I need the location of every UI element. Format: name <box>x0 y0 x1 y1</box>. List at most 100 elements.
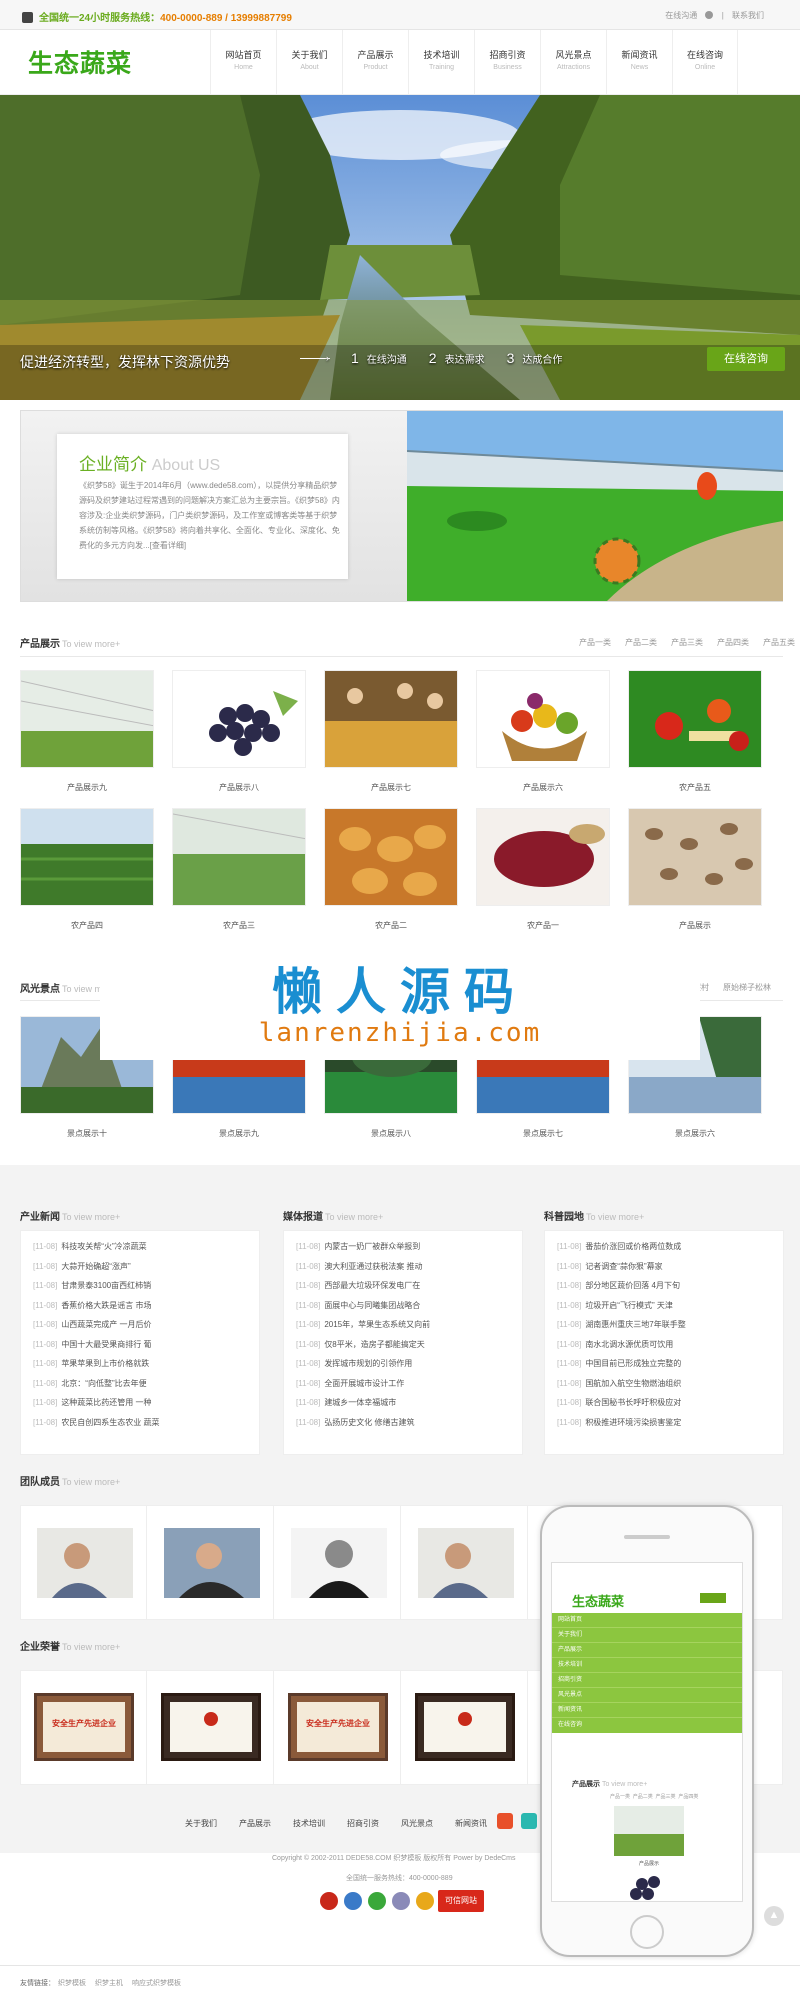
tab-product-cat-5[interactable]: 产品五类 <box>763 638 795 647</box>
list-item[interactable]: [11-08] 积极推进环境污染损害鉴定 <box>557 1413 783 1433</box>
mobile-product-caption[interactable]: 产品展示 <box>614 1860 684 1867</box>
mobile-product-cats[interactable]: 产品一类 产品二类 产品三类 产品四类 <box>610 1793 698 1800</box>
trusted-site-badge[interactable]: 可信网站 <box>438 1890 484 1912</box>
nav-item-business[interactable]: 招商引资 Business <box>474 30 540 95</box>
honor-certificate[interactable] <box>402 1671 528 1784</box>
verified-badge-icon[interactable] <box>368 1892 386 1910</box>
list-item[interactable]: [11-08] 中国目前已形成独立完整的 <box>557 1354 783 1374</box>
friend-link[interactable]: 响应式织梦模板 <box>132 1978 181 1988</box>
honor-certificate[interactable]: 安全生产先进企业 <box>21 1671 147 1784</box>
mobile-menu-item[interactable]: 关于我们 <box>552 1628 742 1643</box>
scenery-caption[interactable]: 景点展示十 <box>20 1128 154 1139</box>
list-item[interactable]: [11-08] 建城乡一体幸福城市 <box>296 1393 522 1413</box>
list-item[interactable]: [11-08] 番茄价涨回或价格两位数成 <box>557 1237 783 1257</box>
list-item[interactable]: [11-08] 农民自创四系生态农业 蔬菜 <box>33 1413 259 1433</box>
team-member[interactable] <box>148 1506 274 1619</box>
mobile-product-thumb[interactable] <box>614 1806 684 1856</box>
team-member[interactable] <box>402 1506 528 1619</box>
police-badge-icon[interactable] <box>320 1892 338 1910</box>
list-item[interactable]: [11-08] 甘肃景泰3100亩西红柿销 <box>33 1276 259 1296</box>
product-caption[interactable]: 农产品四 <box>20 920 154 931</box>
friend-link[interactable]: 织梦模板 <box>58 1978 86 1988</box>
list-item[interactable]: [11-08] 内蒙古一奶厂被群众举报到 <box>296 1237 522 1257</box>
mobile-menu-item[interactable]: 在线咨询 <box>552 1718 742 1733</box>
mobile-menu-item[interactable]: 产品展示 <box>552 1643 742 1658</box>
mobile-menu-item[interactable]: 风光景点 <box>552 1688 742 1703</box>
list-item[interactable]: [11-08] 发挥城市规划的引领作用 <box>296 1354 522 1374</box>
scenery-caption[interactable]: 景点展示九 <box>172 1128 306 1139</box>
tab-scenery-cat-2[interactable]: 原始梯子松林 <box>723 983 771 992</box>
list-item[interactable]: [11-08] 这种蔬菜比药还管用 一种 <box>33 1393 259 1413</box>
shield-badge-icon[interactable] <box>392 1892 410 1910</box>
list-item[interactable]: [11-08] 大蒜开始确超“涨声” <box>33 1257 259 1277</box>
list-item[interactable]: [11-08] 南水北调水源优质可饮用 <box>557 1335 783 1355</box>
nav-item-attractions[interactable]: 风光景点 Attractions <box>540 30 606 95</box>
mobile-grape-thumb[interactable] <box>614 1870 684 1902</box>
product-caption[interactable]: 农产品五 <box>628 782 762 793</box>
list-item[interactable]: [11-08] 苹果苹果到上市价格就跌 <box>33 1354 259 1374</box>
product-thumb[interactable] <box>476 808 610 906</box>
list-item[interactable]: [11-08] 2015年，苹果生态系统又向前 <box>296 1315 522 1335</box>
product-caption[interactable]: 产品展示 <box>628 920 762 931</box>
list-item[interactable]: [11-08] 垃圾开启“飞行模式” 天津 <box>557 1296 783 1316</box>
footer-link[interactable]: 技术培训 <box>293 1819 325 1828</box>
mobile-menu-item[interactable]: 网站首页 <box>552 1613 742 1628</box>
nav-item-news[interactable]: 新闻资讯 News <box>606 30 672 95</box>
weibo-icon[interactable] <box>497 1813 513 1829</box>
scenery-caption[interactable]: 景点展示六 <box>628 1128 762 1139</box>
list-item[interactable]: [11-08] 科技攻关帮“火”冷凉蔬菜 <box>33 1237 259 1257</box>
product-thumb[interactable] <box>324 808 458 906</box>
list-item[interactable]: [11-08] 西部最大垃圾环保发电厂在 <box>296 1276 522 1296</box>
team-member[interactable] <box>21 1506 147 1619</box>
product-caption[interactable]: 产品展示七 <box>324 782 458 793</box>
list-item[interactable]: [11-08] 记者调查“蒜你狠”幕家 <box>557 1257 783 1277</box>
product-thumb[interactable] <box>628 670 762 768</box>
honor-certificate[interactable]: 安全生产先进企业 <box>275 1671 401 1784</box>
product-thumb[interactable] <box>172 808 306 906</box>
tab-product-cat-1[interactable]: 产品一类 <box>579 638 611 647</box>
product-thumb[interactable] <box>628 808 762 906</box>
footer-link[interactable]: 关于我们 <box>185 1819 217 1828</box>
footer-link[interactable]: 产品展示 <box>239 1819 271 1828</box>
product-caption[interactable]: 产品展示八 <box>172 782 306 793</box>
friend-link[interactable]: 织梦主机 <box>95 1978 123 1988</box>
mobile-menu-item[interactable]: 招商引资 <box>552 1673 742 1688</box>
honor-certificate[interactable] <box>148 1671 274 1784</box>
list-item[interactable]: [11-08] 面展中心与同曦集团战略合 <box>296 1296 522 1316</box>
list-item[interactable]: [11-08] 澳大利亚通过获税法案 推动 <box>296 1257 522 1277</box>
list-item[interactable]: [11-08] 联合国秘书长呼吁积极应对 <box>557 1393 783 1413</box>
product-thumb[interactable] <box>476 670 610 768</box>
mobile-menu-item[interactable]: 技术培训 <box>552 1658 742 1673</box>
nav-item-online[interactable]: 在线咨询 Online <box>672 30 738 95</box>
tab-product-cat-4[interactable]: 产品四类 <box>717 638 749 647</box>
footer-link[interactable]: 风光景点 <box>401 1819 433 1828</box>
list-item[interactable]: [11-08] 北京：“向低整”比去年便 <box>33 1374 259 1394</box>
trust-badge-icon[interactable] <box>416 1892 434 1910</box>
nav-item-home[interactable]: 网站首页 Home <box>210 30 276 95</box>
product-thumb[interactable] <box>324 670 458 768</box>
product-caption[interactable]: 农产品一 <box>476 920 610 931</box>
wechat-icon[interactable] <box>521 1813 537 1829</box>
back-to-top-button[interactable]: ▲ <box>764 1906 784 1926</box>
online-consult-link[interactable]: 在线沟通 <box>665 11 697 20</box>
product-caption[interactable]: 农产品三 <box>172 920 306 931</box>
tab-product-cat-2[interactable]: 产品二类 <box>625 638 657 647</box>
product-thumb[interactable] <box>172 670 306 768</box>
nav-item-about[interactable]: 关于我们 About <box>276 30 342 95</box>
scenery-caption[interactable]: 景点展示八 <box>324 1128 458 1139</box>
logo[interactable]: 生态蔬菜 <box>28 44 132 80</box>
footer-link[interactable]: 新闻资讯 <box>455 1819 487 1828</box>
nav-item-product[interactable]: 产品展示 Product <box>342 30 408 95</box>
mobile-menu-item[interactable]: 新闻资讯 <box>552 1703 742 1718</box>
list-item[interactable]: [11-08] 仅8平米，造房子都能搞定天 <box>296 1335 522 1355</box>
list-item[interactable]: [11-08] 香蕉价格大跌是谣言 市场 <box>33 1296 259 1316</box>
product-caption[interactable]: 产品展示六 <box>476 782 610 793</box>
security-badge-icon[interactable] <box>344 1892 362 1910</box>
qq-icon[interactable] <box>705 11 714 19</box>
mobile-menu-button[interactable] <box>700 1593 726 1603</box>
list-item[interactable]: [11-08] 全面开展城市设计工作 <box>296 1374 522 1394</box>
team-member[interactable] <box>275 1506 401 1619</box>
product-thumb[interactable] <box>20 670 154 768</box>
tab-product-cat-3[interactable]: 产品三类 <box>671 638 703 647</box>
nav-item-training[interactable]: 技术培训 Training <box>408 30 474 95</box>
